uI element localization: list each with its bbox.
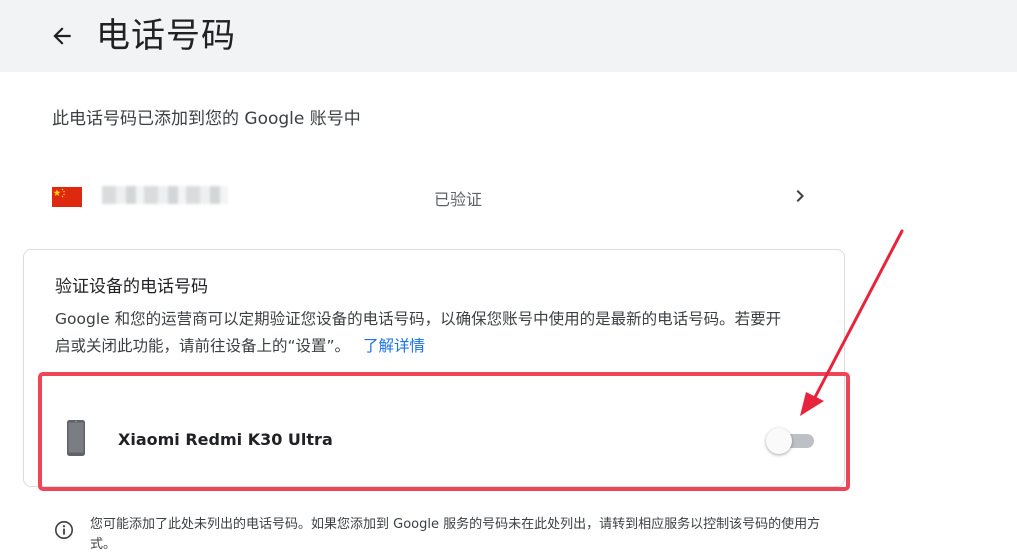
china-flag-icon — [52, 187, 82, 207]
toggle-thumb — [766, 428, 792, 454]
learn-more-link[interactable]: 了解详情 — [363, 337, 425, 355]
verify-device-toggle[interactable] — [766, 428, 814, 454]
device-name: Xiaomi Redmi K30 Ultra — [118, 430, 333, 449]
page-title: 电话号码 — [96, 16, 236, 56]
arrow-left-icon — [53, 27, 71, 45]
back-button[interactable] — [44, 18, 80, 54]
card-title: 验证设备的电话号码 — [55, 277, 208, 297]
phone-number-row[interactable]: 已验证 — [40, 170, 820, 224]
app-header: 电话号码 — [0, 0, 1017, 72]
smartphone-icon — [66, 419, 86, 457]
chevron-right-icon — [788, 184, 812, 208]
card-description: Google 和您的运营商可以定期验证您设备的电话号码，以确保您账号中使用的是最… — [55, 306, 795, 360]
footer-note: 您可能添加了此处未列出的电话号码。如果您添加到 Google 服务的号码未在此处… — [90, 517, 821, 552]
intro-text: 此电话号码已添加到您的 Google 账号中 — [52, 109, 361, 129]
info-icon — [54, 520, 74, 540]
verified-status: 已验证 — [434, 190, 483, 209]
masked-phone-number — [102, 186, 228, 204]
